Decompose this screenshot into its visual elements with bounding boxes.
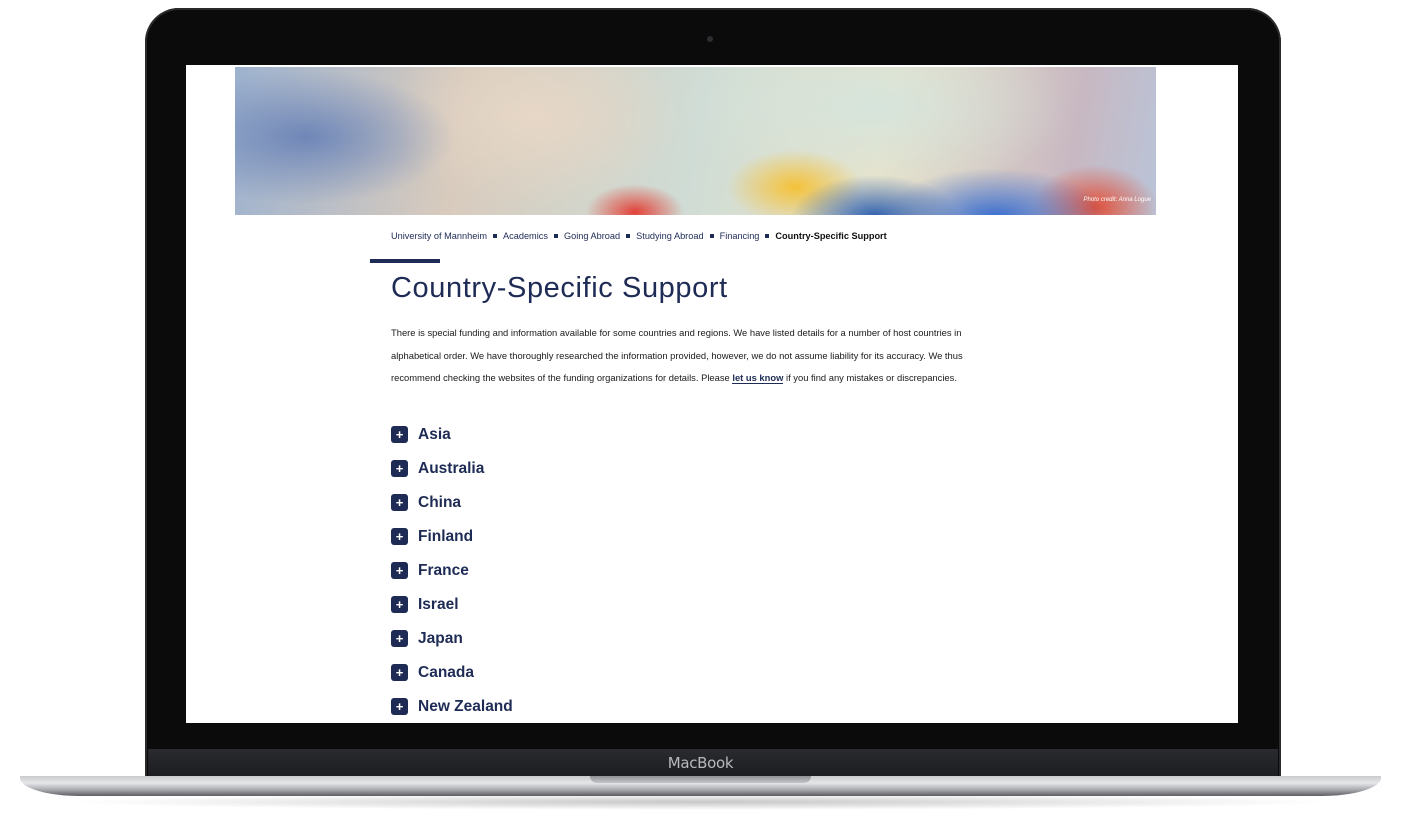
accordion-label: Canada <box>418 664 474 681</box>
breadcrumb-link-academics[interactable]: Academics <box>503 231 548 241</box>
accordion-item-israel[interactable]: + Israel <box>391 596 513 630</box>
hero-image: Photo credit: Anna Logue <box>235 67 1156 215</box>
breadcrumb-link-financing[interactable]: Financing <box>720 231 760 241</box>
accordion-item-japan[interactable]: + Japan <box>391 630 513 664</box>
breadcrumb-current: Country-Specific Support <box>775 231 887 241</box>
laptop-shadow <box>60 794 1341 810</box>
accordion-label: New Zealand <box>418 698 513 715</box>
expand-plus-icon: + <box>391 426 408 443</box>
intro-text-end: if you find any mistakes or discrepancie… <box>783 372 957 383</box>
accordion-item-asia[interactable]: + Asia <box>391 426 513 460</box>
breadcrumb: University of Mannheim Academics Going Abr… <box>391 231 887 241</box>
breadcrumb-separator-icon <box>765 234 770 239</box>
expand-plus-icon: + <box>391 528 408 545</box>
accordion-label: China <box>418 494 462 511</box>
expand-plus-icon: + <box>391 596 408 613</box>
page-title: Country-Specific Support <box>391 272 728 304</box>
accordion-item-new-zealand[interactable]: + New Zealand <box>391 698 513 723</box>
expand-plus-icon: + <box>391 494 408 511</box>
intro-paragraph: There is special funding and information… <box>391 322 1011 390</box>
expand-plus-icon: + <box>391 630 408 647</box>
title-accent-bar <box>370 259 440 263</box>
accordion-item-finland[interactable]: + Finland <box>391 528 513 562</box>
accordion-item-china[interactable]: + China <box>391 494 513 528</box>
accordion-label: Asia <box>418 426 451 443</box>
photo-credit: Photo credit: Anna Logue <box>1083 197 1152 203</box>
accordion-item-australia[interactable]: + Australia <box>391 460 513 494</box>
accordion-item-france[interactable]: + France <box>391 562 513 596</box>
breadcrumb-link-studying-abroad[interactable]: Studying Abroad <box>636 231 703 241</box>
accordion-label: Japan <box>418 630 463 647</box>
breadcrumb-separator-icon <box>626 234 631 239</box>
expand-plus-icon: + <box>391 460 408 477</box>
browser-screen: Photo credit: Anna Logue University of M… <box>186 65 1238 723</box>
expand-plus-icon: + <box>391 698 408 715</box>
expand-plus-icon: + <box>391 562 408 579</box>
expand-plus-icon: + <box>391 664 408 681</box>
breadcrumb-link-going-abroad[interactable]: Going Abroad <box>564 231 620 241</box>
breadcrumb-link-university[interactable]: University of Mannheim <box>391 231 487 241</box>
accordion-label: Australia <box>418 460 485 477</box>
country-accordion: + Asia + Australia + China + Finland + France… <box>391 426 513 723</box>
accordion-label: Israel <box>418 596 459 613</box>
accordion-label: Finland <box>418 528 474 545</box>
breadcrumb-separator-icon <box>553 234 558 239</box>
accordion-label: France <box>418 562 469 579</box>
laptop-notch <box>590 776 811 783</box>
breadcrumb-separator-icon <box>709 234 714 239</box>
camera-icon <box>707 36 713 42</box>
breadcrumb-separator-icon <box>493 234 497 239</box>
laptop-brand-label: MacBook <box>667 754 734 772</box>
let-us-know-link[interactable]: let us know <box>732 372 784 384</box>
accordion-item-canada[interactable]: + Canada <box>391 664 513 698</box>
